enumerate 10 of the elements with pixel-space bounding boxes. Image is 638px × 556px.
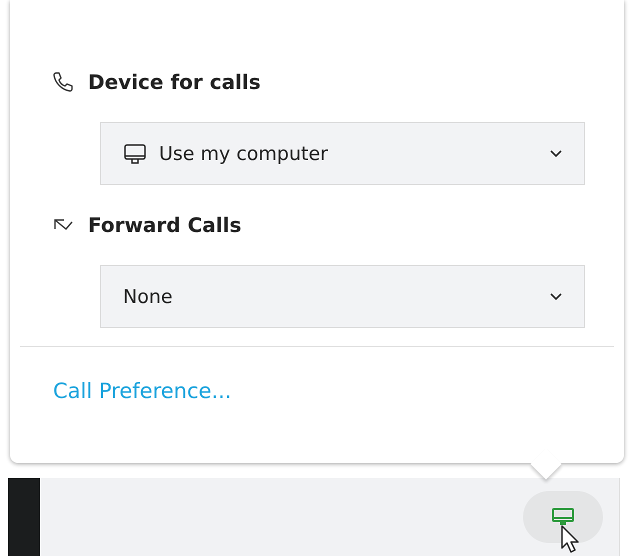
monitor-icon	[551, 507, 575, 527]
chevron-down-icon	[550, 292, 562, 300]
device-button[interactable]	[523, 491, 603, 543]
dropdown[interactable]: Use my computer	[100, 122, 585, 185]
section-title: Forward Calls	[88, 213, 242, 237]
phone-icon	[52, 71, 74, 93]
chevron-down-icon	[550, 150, 562, 158]
dropdown[interactable]: None	[100, 265, 585, 328]
monitor-icon	[123, 142, 147, 164]
section-title: Device for calls	[88, 70, 261, 94]
